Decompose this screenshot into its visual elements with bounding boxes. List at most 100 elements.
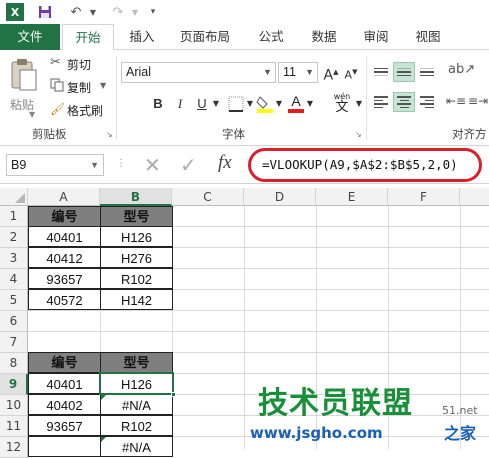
fill-handle[interactable] — [171, 392, 176, 397]
copy-button[interactable]: 复制 — [67, 79, 91, 96]
column-header-e[interactable]: E — [316, 188, 388, 206]
font-color-dropdown-icon[interactable]: ▼ — [305, 94, 315, 114]
font-name-value: Arial — [126, 65, 152, 79]
table1-cell[interactable]: 40412 — [28, 247, 101, 268]
column-header-d[interactable]: D — [244, 188, 316, 206]
table2-cell[interactable]: 40402 — [28, 394, 101, 415]
customize-toolbar-icon[interactable]: ▾ — [147, 3, 159, 21]
tab-review[interactable]: 审阅 — [354, 24, 398, 50]
row-header[interactable]: 3 — [0, 248, 28, 269]
underline-dropdown-icon[interactable]: ▼ — [211, 94, 221, 114]
tab-formulas[interactable]: 公式 — [250, 24, 292, 50]
table1-header-model[interactable]: 型号 — [100, 206, 173, 227]
increase-indent-icon[interactable]: ≡⇥ — [468, 94, 488, 108]
italic-button[interactable]: I — [172, 94, 188, 114]
alignment-group-label: 对齐方 — [452, 127, 487, 141]
font-launcher-icon[interactable]: ↘ — [355, 130, 362, 139]
column-header-g[interactable] — [460, 188, 489, 206]
undo-dropdown-icon[interactable]: ▼ — [88, 3, 98, 21]
tab-insert[interactable]: 插入 — [120, 24, 164, 50]
align-left-icon[interactable] — [370, 92, 392, 112]
borders-icon[interactable] — [228, 96, 244, 112]
row-header[interactable]: 1 — [0, 206, 28, 227]
shrink-font-icon[interactable]: A▼ — [342, 62, 360, 82]
copy-dropdown-icon[interactable]: ▼ — [100, 81, 106, 90]
table1-cell[interactable]: 40401 — [28, 226, 101, 247]
row-header[interactable]: 5 — [0, 290, 28, 311]
phonetic-dropdown-icon[interactable]: ▼ — [354, 94, 364, 114]
paste-dropdown-icon[interactable]: ▼ — [29, 110, 35, 119]
table1-cell[interactable]: H276 — [100, 247, 173, 268]
paste-icon[interactable] — [8, 58, 38, 94]
row-header[interactable]: 10 — [0, 395, 28, 416]
underline-button[interactable]: U — [194, 94, 210, 114]
column-header-c[interactable]: C — [172, 188, 244, 206]
select-all-corner[interactable] — [0, 188, 28, 206]
ribbon: 粘贴 ▼ ✂ 剪切 复制 ▼ 🖌 格式刷 剪贴板 ↘ Arial ▼ 11 ▼ … — [0, 50, 489, 146]
worksheet-grid[interactable]: A B C D E F 1 2 3 4 5 6 7 8 9 10 11 12 编… — [0, 188, 489, 458]
align-middle-icon[interactable] — [393, 62, 415, 82]
selected-cell-b9[interactable] — [99, 372, 174, 395]
format-painter-button[interactable]: 格式刷 — [67, 102, 103, 119]
align-center-icon[interactable] — [393, 92, 415, 112]
table1-cell[interactable]: R102 — [100, 268, 173, 289]
tab-view[interactable]: 视图 — [406, 24, 450, 50]
table1-cell[interactable]: 40572 — [28, 289, 101, 310]
undo-icon[interactable]: ↶ — [66, 3, 86, 21]
row-header[interactable]: 9 — [0, 374, 28, 395]
clipboard-launcher-icon[interactable]: ↘ — [106, 130, 113, 139]
grow-font-icon[interactable]: A▲ — [322, 62, 340, 84]
font-size-combo[interactable]: 11 ▼ — [278, 62, 318, 83]
name-box[interactable]: B9 ▼ — [6, 154, 104, 176]
table2-cell[interactable]: #N/A — [100, 394, 173, 415]
column-header-f[interactable]: F — [388, 188, 460, 206]
orientation-icon[interactable]: ab↗ — [448, 62, 475, 77]
table2-header-code[interactable]: 编号 — [28, 352, 101, 373]
table2-cell[interactable]: 40401 — [28, 373, 101, 394]
bold-button[interactable]: B — [150, 94, 166, 114]
font-group-label: 字体 — [222, 127, 245, 141]
row-header[interactable]: 7 — [0, 332, 28, 353]
font-name-combo[interactable]: Arial ▼ — [121, 62, 276, 83]
align-top-icon[interactable] — [370, 62, 392, 82]
insert-function-icon[interactable]: fx — [218, 152, 232, 174]
tab-page-layout[interactable]: 页面布局 — [170, 24, 240, 50]
fill-dropdown-icon[interactable]: ▼ — [274, 94, 284, 114]
table1-cell[interactable]: H126 — [100, 226, 173, 247]
cancel-icon[interactable]: ✕ — [144, 153, 161, 177]
tab-home[interactable]: 开始 — [62, 24, 114, 51]
table1-cell[interactable]: H142 — [100, 289, 173, 310]
row-header[interactable]: 8 — [0, 353, 28, 374]
row-header[interactable]: 12 — [0, 437, 28, 458]
row-header[interactable]: 4 — [0, 269, 28, 290]
chevron-down-icon: ▼ — [263, 67, 272, 77]
font-color-icon[interactable]: A — [288, 94, 304, 114]
align-bottom-icon[interactable] — [416, 62, 438, 82]
ribbon-tab-strip: 文件 开始 插入 页面布局 公式 数据 审阅 视图 — [0, 24, 489, 51]
phonetic-guide-button[interactable]: wén 文 — [330, 92, 354, 116]
redo-dropdown-icon[interactable]: ▼ — [130, 3, 140, 21]
row-header[interactable]: 6 — [0, 311, 28, 332]
table2-cell[interactable]: 93657 — [28, 415, 101, 436]
fill-color-icon[interactable] — [256, 94, 274, 114]
table1-header-code[interactable]: 编号 — [28, 206, 101, 227]
table2-cell[interactable]: R102 — [100, 415, 173, 436]
cut-button[interactable]: 剪切 — [67, 56, 91, 73]
tab-data[interactable]: 数据 — [302, 24, 346, 50]
column-header-a[interactable]: A — [28, 188, 100, 206]
phonetic-char: 文 — [335, 100, 349, 115]
table2-cell[interactable]: #N/A — [100, 436, 173, 457]
row-header[interactable]: 2 — [0, 227, 28, 248]
redo-icon[interactable]: ↷ — [108, 3, 128, 21]
table2-header-model[interactable]: 型号 — [100, 352, 173, 373]
borders-dropdown-icon[interactable]: ▼ — [245, 94, 255, 114]
table2-cell[interactable] — [28, 436, 101, 457]
enter-icon[interactable]: ✓ — [180, 153, 197, 177]
row-header[interactable]: 11 — [0, 416, 28, 437]
decrease-indent-icon[interactable]: ⇤≡ — [446, 94, 466, 108]
table1-cell[interactable]: 93657 — [28, 268, 101, 289]
align-right-icon[interactable] — [416, 92, 438, 112]
column-header-b[interactable]: B — [100, 188, 172, 206]
tab-file[interactable]: 文件 — [0, 24, 60, 50]
save-icon[interactable] — [36, 3, 54, 21]
